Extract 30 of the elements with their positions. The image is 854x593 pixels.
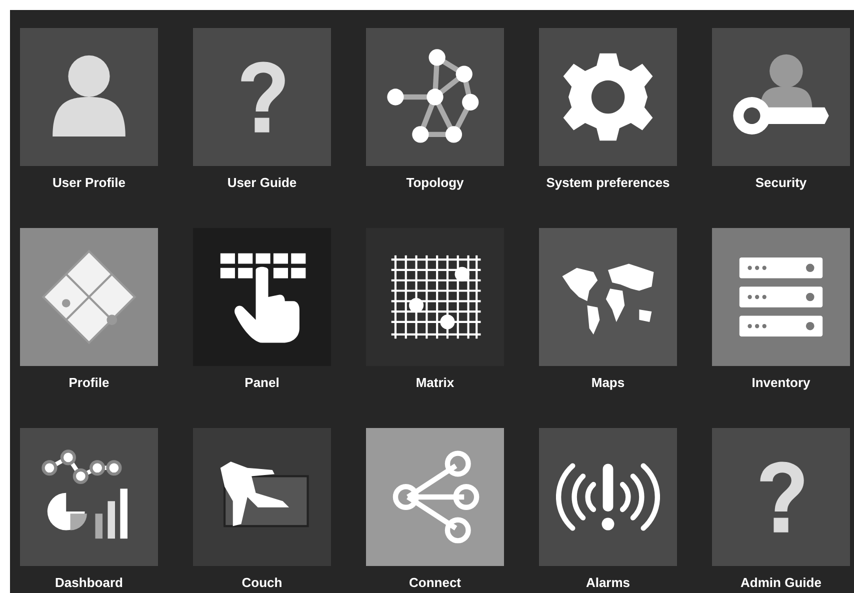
app-tile-button[interactable] (712, 28, 850, 166)
app-tile-button[interactable] (193, 428, 331, 566)
app-tile-button[interactable] (366, 28, 504, 166)
app-tile-button[interactable] (20, 228, 158, 366)
app-label: Alarms (586, 574, 630, 592)
app-label: User Profile (52, 174, 126, 192)
app-tile-button[interactable] (539, 228, 677, 366)
app-tile-button[interactable] (539, 28, 677, 166)
app-tile-button[interactable] (712, 228, 850, 366)
app-tile-button[interactable] (366, 228, 504, 366)
app-label: Panel (244, 374, 280, 392)
app-label: Maps (591, 374, 625, 392)
app-label: Inventory (752, 374, 810, 392)
app-label: Admin Guide (740, 574, 822, 592)
app-label: Dashboard (55, 574, 123, 592)
app-tile-button[interactable] (193, 28, 331, 166)
app-tile-button[interactable] (20, 28, 158, 166)
app-label: Profile (68, 374, 110, 392)
app-label: Matrix (416, 374, 454, 392)
app-label: Couch (242, 574, 282, 592)
app-tile-button[interactable] (539, 428, 677, 566)
app-tile-button[interactable] (366, 428, 504, 566)
app-label: User Guide (227, 174, 297, 192)
app-tile-button[interactable] (712, 428, 850, 566)
app-label: Security (755, 174, 807, 192)
app-label: System preferences (546, 174, 670, 192)
app-label: Topology (406, 174, 464, 192)
app-tile-button[interactable] (193, 228, 331, 366)
app-label: Connect (409, 574, 461, 592)
app-tile-button[interactable] (20, 428, 158, 566)
